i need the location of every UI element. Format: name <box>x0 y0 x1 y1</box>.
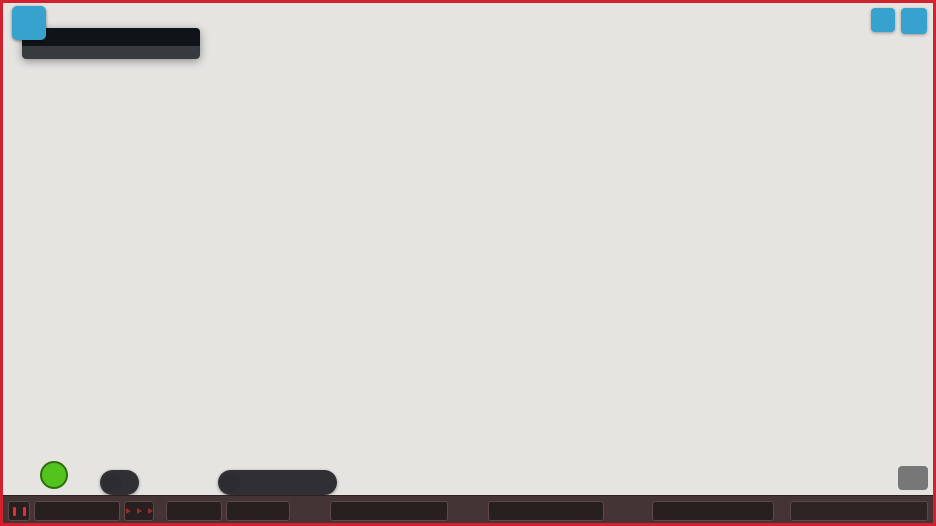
population-display[interactable] <box>488 501 604 521</box>
milestone-pill[interactable] <box>100 470 139 495</box>
city-name-button[interactable] <box>330 501 448 521</box>
map-legend-panel <box>22 28 200 59</box>
trophy-icon <box>103 473 122 492</box>
speed-control[interactable] <box>124 501 154 521</box>
settings-button[interactable] <box>901 8 927 34</box>
photo-mode-button[interactable] <box>898 466 928 490</box>
city-progress-icon <box>221 473 240 492</box>
population-icon <box>495 505 508 518</box>
sun-icon <box>186 505 199 518</box>
city-map[interactable] <box>0 0 936 526</box>
progress-pill[interactable] <box>218 470 337 495</box>
simulation-state-label <box>34 501 120 521</box>
advisor-notifications[interactable] <box>790 501 928 521</box>
help-button[interactable] <box>871 8 895 32</box>
temperature-display <box>166 501 222 521</box>
season-display <box>226 501 290 521</box>
status-bar <box>0 495 936 526</box>
budget-display[interactable] <box>652 501 774 521</box>
pause-button[interactable] <box>8 501 30 521</box>
info-views-button[interactable] <box>12 6 46 40</box>
money-icon <box>658 505 671 518</box>
level-badge[interactable] <box>40 461 68 489</box>
game-screen <box>0 0 936 526</box>
legend-header[interactable] <box>22 28 200 46</box>
